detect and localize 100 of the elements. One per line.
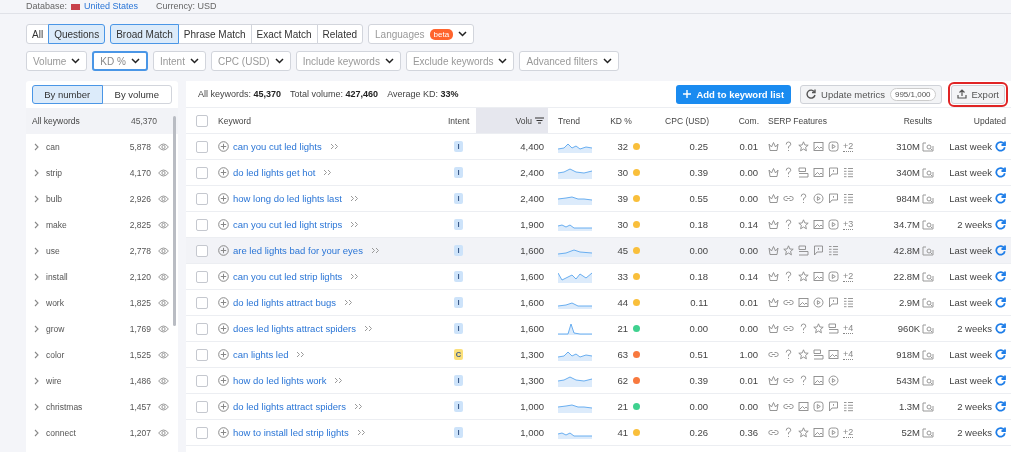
chevron-right-icon[interactable]: [34, 195, 39, 203]
column-header[interactable]: Keyword: [214, 108, 448, 133]
row-checkbox[interactable]: [196, 348, 208, 361]
keyword-link[interactable]: can you cut led light strips: [233, 219, 343, 230]
keyword-link[interactable]: do led lights get hot: [233, 167, 316, 178]
match-tab[interactable]: Broad Match: [110, 24, 179, 44]
add-circle-icon[interactable]: [218, 375, 229, 386]
double-chevron-icon[interactable]: [349, 195, 359, 202]
row-checkbox[interactable]: [196, 322, 208, 335]
column-header[interactable]: Results: [875, 108, 934, 133]
group-label[interactable]: color: [46, 350, 123, 360]
filter-dropdown[interactable]: KD %: [92, 51, 148, 71]
double-chevron-icon[interactable]: [350, 221, 360, 228]
chevron-right-icon[interactable]: [34, 403, 39, 411]
double-chevron-icon[interactable]: [356, 429, 366, 436]
eye-icon[interactable]: [158, 221, 169, 229]
group-label[interactable]: wire: [46, 376, 123, 386]
double-chevron-icon[interactable]: [350, 273, 360, 280]
keyword-link[interactable]: can lights led: [233, 349, 289, 360]
group-label[interactable]: strip: [46, 168, 123, 178]
serp-preview-icon[interactable]: [922, 401, 934, 412]
add-circle-icon[interactable]: [218, 193, 229, 204]
type-tab[interactable]: Questions: [48, 24, 106, 44]
chevron-right-icon[interactable]: [34, 325, 39, 333]
add-circle-icon[interactable]: [218, 323, 229, 334]
serp-preview-icon[interactable]: [922, 193, 934, 204]
group-label[interactable]: use: [46, 246, 123, 256]
more-features-link[interactable]: +2: [843, 427, 854, 438]
add-circle-icon[interactable]: [218, 141, 229, 152]
row-checkbox[interactable]: [196, 140, 208, 153]
add-circle-icon[interactable]: [218, 349, 229, 360]
row-checkbox[interactable]: [196, 192, 208, 205]
eye-icon[interactable]: [158, 377, 169, 385]
row-checkbox[interactable]: [196, 166, 208, 179]
serp-preview-icon[interactable]: [922, 141, 934, 152]
column-header[interactable]: Com.: [712, 108, 762, 133]
eye-icon[interactable]: [158, 403, 169, 411]
keyword-link[interactable]: can you cut led strip lights: [233, 271, 343, 282]
scrollbar[interactable]: [173, 116, 176, 326]
double-chevron-icon[interactable]: [364, 325, 374, 332]
chevron-right-icon[interactable]: [34, 247, 39, 255]
keyword-link[interactable]: how to install led strip lights: [233, 427, 349, 438]
chevron-right-icon[interactable]: [34, 273, 39, 281]
serp-preview-icon[interactable]: [922, 297, 934, 308]
add-circle-icon[interactable]: [218, 219, 229, 230]
chevron-right-icon[interactable]: [34, 169, 39, 177]
serp-preview-icon[interactable]: [922, 349, 934, 360]
add-circle-icon[interactable]: [218, 271, 229, 282]
row-checkbox[interactable]: [196, 244, 208, 257]
keyword-link[interactable]: can you cut led lights: [233, 141, 322, 152]
group-label[interactable]: grow: [46, 324, 123, 334]
more-features-link[interactable]: +4: [843, 349, 854, 360]
group-label[interactable]: bulb: [46, 194, 123, 204]
keyword-link[interactable]: does led lights attract spiders: [233, 323, 357, 334]
group-label[interactable]: install: [46, 272, 123, 282]
match-tab[interactable]: Phrase Match: [177, 24, 252, 44]
column-header[interactable]: Volu: [476, 108, 548, 133]
double-chevron-icon[interactable]: [323, 169, 333, 176]
more-features-link[interactable]: +3: [843, 219, 854, 230]
keyword-link[interactable]: are led lights bad for your eyes: [233, 245, 363, 256]
eye-icon[interactable]: [158, 351, 169, 359]
chevron-right-icon[interactable]: [34, 221, 39, 229]
group-label[interactable]: connect: [46, 428, 123, 438]
double-chevron-icon[interactable]: [370, 247, 380, 254]
double-chevron-icon[interactable]: [344, 299, 353, 306]
refresh-icon[interactable]: [995, 193, 1006, 204]
row-checkbox[interactable]: [196, 296, 208, 309]
group-label[interactable]: can: [46, 142, 123, 152]
serp-preview-icon[interactable]: [922, 167, 934, 178]
eye-icon[interactable]: [158, 195, 169, 203]
row-checkbox[interactable]: [196, 374, 208, 387]
row-checkbox[interactable]: [196, 218, 208, 231]
add-circle-icon[interactable]: [218, 167, 229, 178]
chevron-right-icon[interactable]: [34, 377, 39, 385]
row-checkbox[interactable]: [196, 270, 208, 283]
serp-preview-icon[interactable]: [922, 219, 934, 230]
more-features-link[interactable]: +4: [843, 323, 854, 334]
keyword-link[interactable]: how do led lights work: [233, 375, 327, 386]
eye-icon[interactable]: [158, 169, 169, 177]
add-to-list-button[interactable]: Add to keyword list: [676, 84, 792, 104]
row-checkbox[interactable]: [196, 400, 208, 413]
group-label[interactable]: make: [46, 220, 123, 230]
refresh-icon[interactable]: [995, 141, 1006, 152]
refresh-icon[interactable]: [995, 427, 1006, 438]
more-features-link[interactable]: +2: [843, 141, 854, 152]
add-circle-icon[interactable]: [218, 401, 229, 412]
match-tab[interactable]: Exact Match: [250, 24, 318, 44]
double-chevron-icon[interactable]: [354, 403, 363, 410]
chevron-right-icon[interactable]: [34, 351, 39, 359]
column-header[interactable]: Updated: [934, 108, 1011, 133]
chevron-right-icon[interactable]: [34, 299, 39, 307]
column-header[interactable]: CPC (USD): [640, 108, 712, 133]
serp-preview-icon[interactable]: [922, 375, 934, 386]
chevron-right-icon[interactable]: [34, 429, 39, 437]
add-circle-icon[interactable]: [218, 427, 229, 438]
serp-preview-icon[interactable]: [922, 271, 934, 282]
group-label[interactable]: christmas: [46, 402, 123, 412]
refresh-icon[interactable]: [995, 271, 1006, 282]
eye-icon[interactable]: [158, 299, 169, 307]
eye-icon[interactable]: [158, 143, 169, 151]
